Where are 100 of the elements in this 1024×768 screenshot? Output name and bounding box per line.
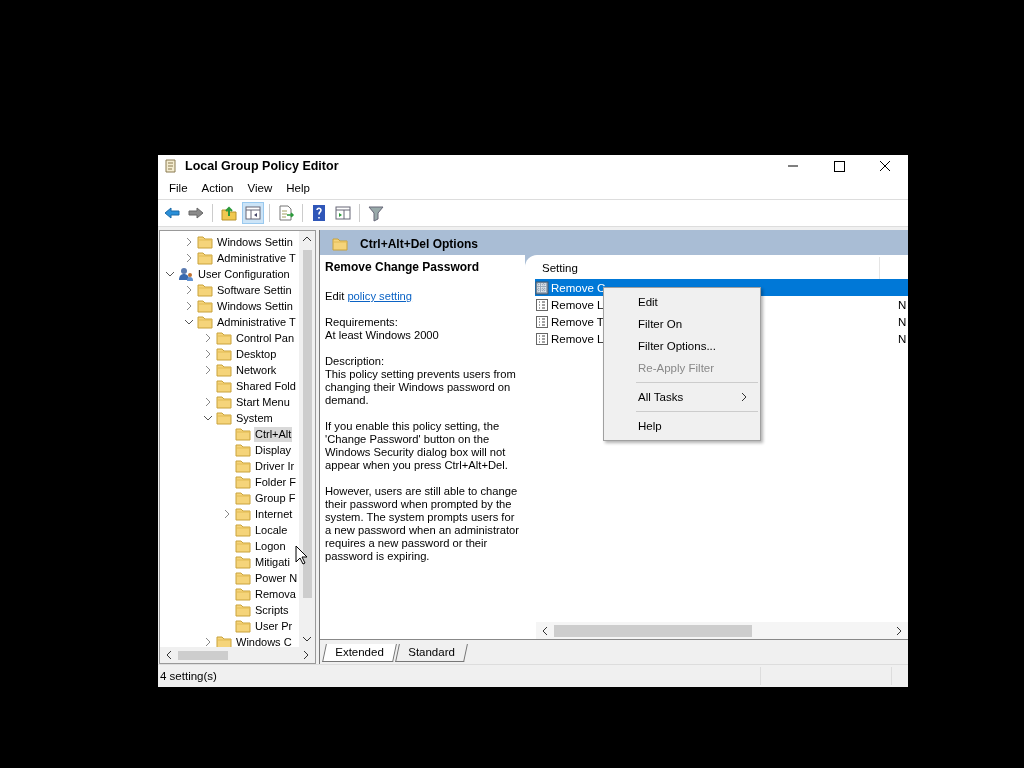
tree-item[interactable]: Locale	[254, 522, 289, 538]
tree-item[interactable]: Mitigati	[254, 554, 291, 570]
tree-item[interactable]: Software Settin	[216, 282, 293, 298]
folder-icon	[235, 506, 251, 522]
tree-item[interactable]: Power N	[254, 570, 299, 586]
tree-item[interactable]: Desktop	[235, 346, 278, 362]
folder-icon	[235, 586, 251, 602]
menu-item[interactable]: All Tasks	[604, 386, 760, 408]
view-tab[interactable]: Standard	[394, 644, 468, 662]
tree-item[interactable]: Windows Settin	[216, 234, 294, 250]
tree-item[interactable]: Shared Fold	[235, 378, 297, 394]
filter-icon	[367, 204, 385, 222]
scroll-left-icon[interactable]	[540, 625, 550, 636]
folder-icon	[235, 570, 251, 586]
tree-item[interactable]: Windows C	[235, 634, 293, 647]
forward-arrow-icon	[187, 204, 205, 222]
description-paragraph: If you enable this policy setting, the 'Change Password' button on the Windows Security dialog box will not appear when you press Ctrl+Alt+Del.	[325, 420, 509, 472]
status-text: 4 setting(s)	[160, 670, 218, 682]
tree-item[interactable]: User Pr	[254, 618, 294, 634]
scroll-left-icon[interactable]	[164, 650, 174, 660]
menu-item[interactable]: Help	[279, 182, 317, 194]
folder-up-icon	[220, 204, 238, 222]
folder-icon	[235, 554, 251, 570]
tree-item[interactable]: Internet	[254, 506, 294, 522]
state-text: N	[898, 332, 908, 345]
window-title: Local Group Policy Editor	[185, 159, 340, 173]
menu-item[interactable]: Edit	[604, 291, 760, 313]
folder-icon	[235, 490, 251, 506]
scroll-up-icon[interactable]	[302, 234, 312, 244]
description-paragraph: However, users are still able to change their password when prompted by the system. The system prompts users for a new password when an administrator requires a new password or their password is expiring.	[325, 485, 521, 563]
tree-item[interactable]: Group F	[254, 490, 297, 506]
policy-title: Remove Change Password	[325, 261, 481, 274]
menu-item[interactable]: File	[162, 182, 195, 194]
folder-icon	[216, 410, 232, 426]
menu-item[interactable]: Filter On	[604, 313, 760, 335]
tree-item[interactable]: Scripts	[254, 602, 290, 618]
view-tab[interactable]: Extended	[322, 644, 397, 662]
mouse-cursor-icon	[295, 545, 308, 565]
setting-name[interactable]: Remove T	[551, 315, 604, 328]
folder-icon	[235, 618, 251, 634]
app-icon	[163, 158, 179, 174]
toolbar-button[interactable]	[242, 202, 264, 224]
setting-name[interactable]: Remove L	[551, 298, 604, 311]
tree-item[interactable]: Remova	[254, 586, 297, 602]
scroll-thumb[interactable]	[178, 650, 228, 660]
folder-icon	[216, 378, 232, 394]
tree-item[interactable]: Driver Ir	[254, 458, 296, 474]
tree-item[interactable]: Logon	[254, 538, 287, 554]
folder-icon	[235, 538, 251, 554]
menu-item[interactable]: Action	[194, 182, 241, 194]
scroll-right-icon[interactable]	[301, 650, 311, 660]
scroll-down-icon[interactable]	[302, 634, 312, 644]
menu-item[interactable]: Filter Options...	[604, 335, 760, 357]
description-label: Description:	[325, 355, 386, 368]
folder-icon	[216, 362, 232, 378]
export-list-icon	[277, 204, 295, 222]
folder-icon	[197, 298, 213, 314]
policy-enabled-icon	[535, 280, 549, 295]
policy-icon	[535, 331, 549, 346]
menu-item[interactable]: View	[240, 182, 280, 194]
pane-toggle-icon	[244, 204, 262, 222]
horizontal-scrollbar[interactable]	[536, 622, 908, 639]
action-pane-icon	[334, 204, 352, 222]
folder-icon	[332, 236, 348, 252]
folder-icon	[235, 522, 251, 538]
tree-item[interactable]: User Configuration	[197, 266, 291, 282]
tree-item[interactable]: Network	[235, 362, 278, 378]
setting-name[interactable]: Remove L	[551, 332, 604, 345]
tree-item[interactable]: Display	[254, 442, 293, 458]
horizontal-scrollbar[interactable]	[160, 647, 315, 663]
scroll-thumb[interactable]	[302, 250, 312, 598]
tree-item[interactable]: System	[235, 410, 274, 426]
back-arrow-icon	[163, 204, 181, 222]
tree-item[interactable]: Windows Settin	[216, 298, 294, 314]
folder-icon	[197, 314, 213, 330]
state-text: N	[898, 315, 908, 328]
tree-item[interactable]: Administrative T	[216, 250, 297, 266]
folder-icon	[235, 442, 251, 458]
policy-icon	[535, 297, 549, 312]
edit-label: Edit	[325, 290, 345, 302]
tree-item[interactable]: Administrative T	[216, 314, 297, 330]
scroll-right-icon[interactable]	[894, 625, 904, 636]
tree-item[interactable]: Start Menu	[235, 394, 291, 410]
vertical-scrollbar[interactable]	[299, 231, 315, 647]
tree-item[interactable]: Control Pan	[235, 330, 296, 346]
tree-item[interactable]: Ctrl+Alt	[254, 426, 293, 442]
folder-icon	[216, 346, 232, 362]
scroll-thumb[interactable]	[554, 624, 752, 637]
users-icon	[178, 266, 194, 282]
policy-icon	[535, 314, 549, 329]
requirements-label: Requirements:	[325, 316, 399, 329]
column-header[interactable]: Setting	[542, 262, 578, 274]
folder-icon	[197, 234, 213, 250]
folder-icon	[197, 250, 213, 266]
tree-item[interactable]: Folder F	[254, 474, 297, 490]
folder-icon	[216, 394, 232, 410]
policy-setting-link[interactable]: policy setting	[347, 290, 413, 302]
menu-item[interactable]: Help	[604, 415, 760, 437]
help-icon	[310, 204, 328, 222]
folder-icon	[197, 282, 213, 298]
